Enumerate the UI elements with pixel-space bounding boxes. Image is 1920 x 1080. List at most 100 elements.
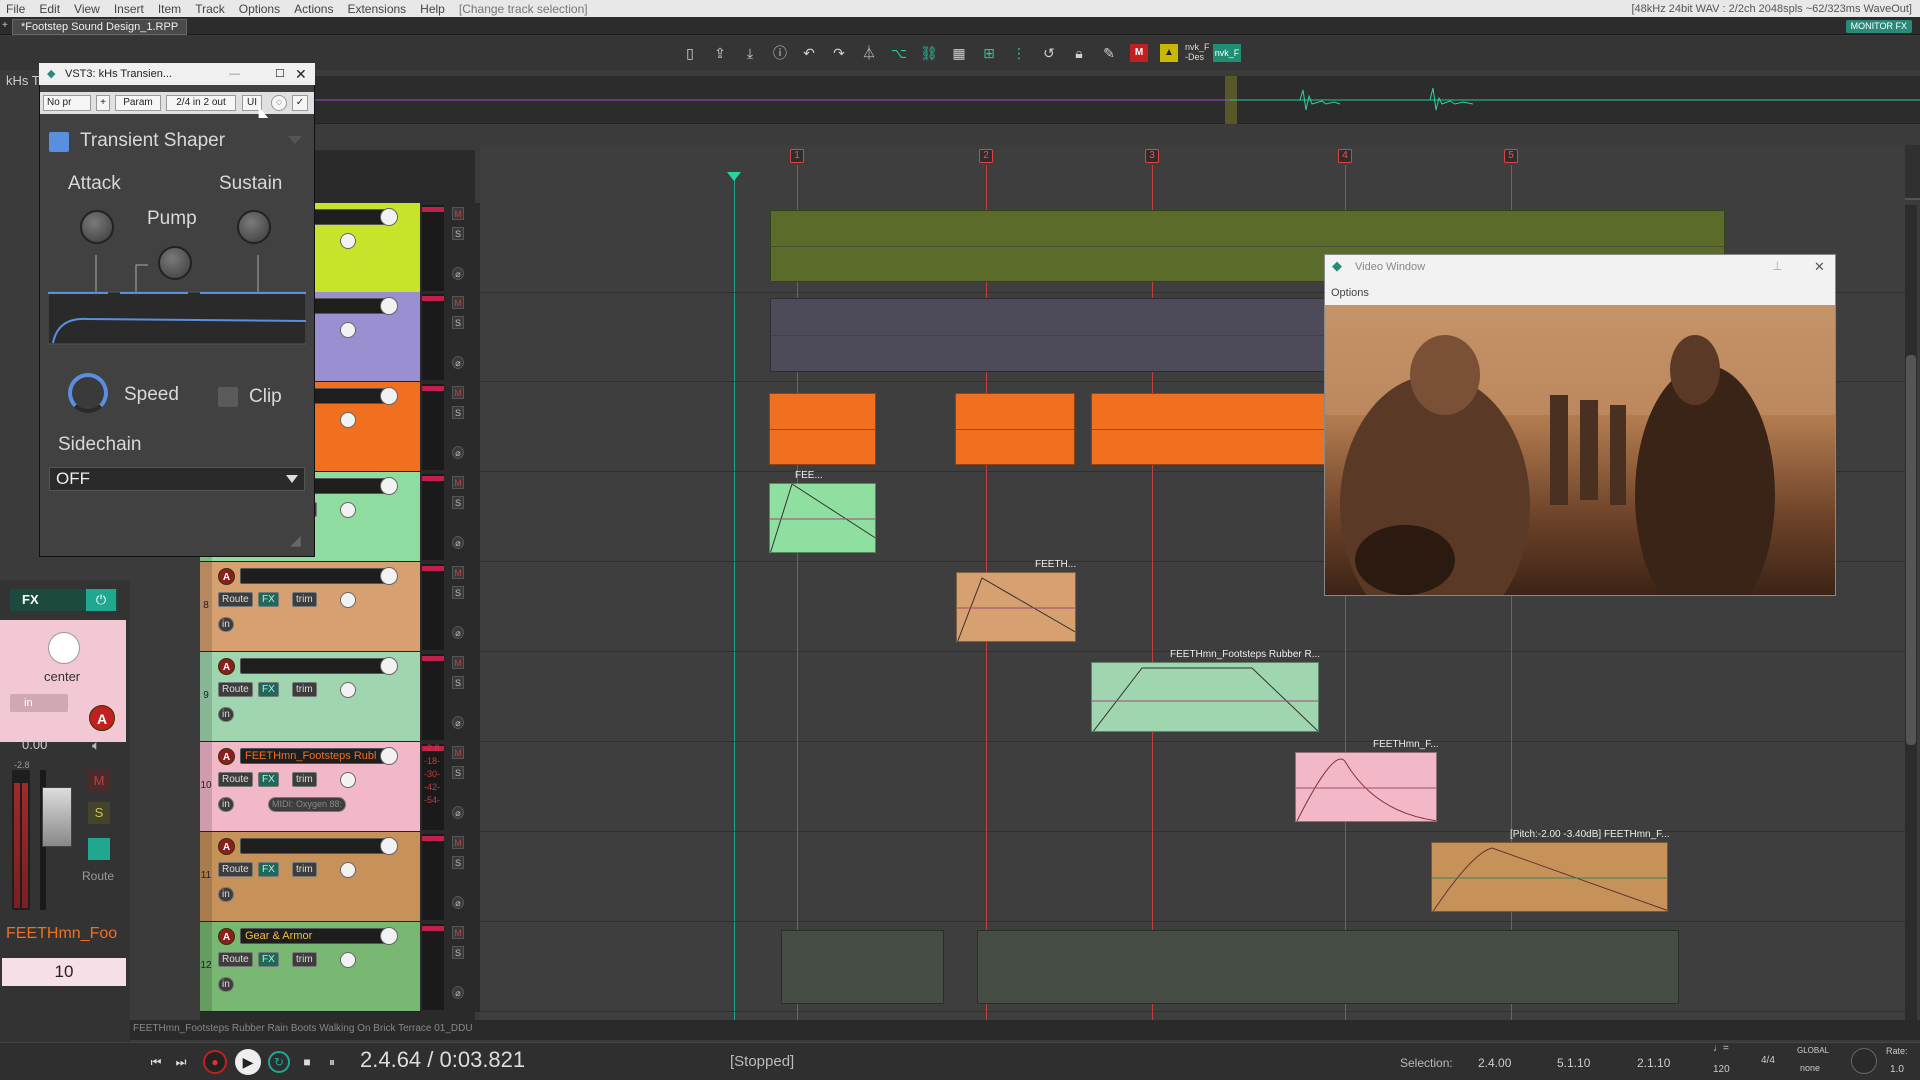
plugin-titlebar[interactable]: ◆ VST3: kHs Transien... — ☐ ✕: [39, 63, 315, 85]
track-fx-button[interactable]: FX: [258, 772, 279, 787]
marker-3[interactable]: 3: [1145, 149, 1159, 163]
media-item-track4[interactable]: [769, 483, 876, 553]
track-solo-button[interactable]: S: [452, 586, 464, 599]
track-name-field[interactable]: Gear & Armor: [240, 928, 390, 944]
track-phase-icon[interactable]: ⌀: [452, 267, 464, 280]
track-mute-button[interactable]: M: [452, 836, 464, 849]
sidechain-dropdown[interactable]: OFF: [49, 467, 305, 491]
go-to-start-icon[interactable]: ⏮: [147, 1053, 165, 1071]
track-trim-button[interactable]: trim: [292, 592, 317, 607]
menu-help[interactable]: Help: [420, 2, 445, 16]
global-automation-label[interactable]: GLOBAL: [1797, 1046, 1829, 1055]
track-input-button[interactable]: in: [218, 977, 234, 992]
track-volume-knob[interactable]: [380, 208, 398, 226]
track-lane[interactable]: [480, 832, 1905, 922]
preset-dropdown[interactable]: No pr: [43, 95, 91, 111]
plugin-menu-chevron-icon[interactable]: [288, 136, 302, 144]
media-item-track2[interactable]: [770, 298, 1325, 372]
track-solo-button[interactable]: S: [452, 946, 464, 959]
stop-icon[interactable]: ■: [298, 1053, 316, 1071]
menu-view[interactable]: View: [74, 2, 100, 16]
track-phase-icon[interactable]: ⌀: [452, 986, 464, 999]
speaker-icon[interactable]: 🔈︎: [92, 737, 100, 754]
marker-2[interactable]: 2: [979, 149, 993, 163]
attack-knob[interactable]: [80, 210, 114, 244]
menu-edit[interactable]: Edit: [39, 2, 60, 16]
track-mute-button[interactable]: M: [452, 386, 464, 399]
track-volume-knob[interactable]: [380, 657, 398, 675]
track-pan-knob[interactable]: [340, 772, 356, 788]
track-route-button[interactable]: Route: [218, 952, 253, 967]
track-pan-knob[interactable]: [340, 682, 356, 698]
media-item-track11[interactable]: [1431, 842, 1668, 912]
envelope-icon[interactable]: ✎: [1100, 44, 1118, 62]
track-input-button[interactable]: in: [218, 887, 234, 902]
media-item-track12b[interactable]: [977, 930, 1679, 1004]
media-item-track8[interactable]: [956, 572, 1076, 642]
track-solo-button[interactable]: S: [452, 496, 464, 509]
menu-track[interactable]: Track: [195, 2, 225, 16]
track-volume-knob[interactable]: [380, 567, 398, 585]
open-project-icon[interactable]: ⇪: [711, 44, 729, 62]
track-phase-icon[interactable]: ⌀: [452, 536, 464, 549]
media-item-track3b[interactable]: [955, 393, 1075, 465]
track-phase-icon[interactable]: ⌀: [452, 446, 464, 459]
track-mute-button[interactable]: M: [452, 926, 464, 939]
tab-add-icon[interactable]: +: [2, 20, 8, 31]
resize-grip-icon[interactable]: ◢: [290, 532, 301, 549]
route-icon[interactable]: [88, 838, 110, 860]
track-mute-button[interactable]: M: [452, 566, 464, 579]
marker-1[interactable]: 1: [790, 149, 804, 163]
track-route-button[interactable]: Route: [218, 862, 253, 877]
track-solo-button[interactable]: S: [452, 856, 464, 869]
project-settings-icon[interactable]: ⓘ: [771, 44, 789, 62]
track-rec-arm-button[interactable]: A: [218, 568, 235, 585]
enable-checkbox[interactable]: ✓: [292, 95, 308, 111]
track-trim-button[interactable]: trim: [292, 682, 317, 697]
track-name-field[interactable]: [240, 838, 390, 854]
track-volume-knob[interactable]: [380, 477, 398, 495]
track-rec-arm-button[interactable]: A: [218, 748, 235, 765]
track-phase-icon[interactable]: ⌀: [452, 356, 464, 369]
speed-knob[interactable]: [68, 373, 108, 413]
track-mute-button[interactable]: M: [452, 476, 464, 489]
automation-mode[interactable]: none: [1800, 1063, 1820, 1073]
marker-5[interactable]: 5: [1504, 149, 1518, 163]
track-rec-arm-button[interactable]: A: [218, 928, 235, 945]
timeline-overview[interactable]: [310, 76, 1920, 124]
lock-icon[interactable]: 🔒︎: [1070, 44, 1088, 62]
maximize-icon[interactable]: ☐: [275, 63, 285, 85]
play-icon[interactable]: ▶: [235, 1049, 261, 1075]
rate-knob[interactable]: [1851, 1048, 1877, 1074]
io-routing-button[interactable]: 2/4 in 2 out: [166, 95, 236, 111]
sustain-knob[interactable]: [237, 210, 271, 244]
selection-start[interactable]: 2.4.00: [1478, 1056, 1511, 1070]
macro-s-icon[interactable]: ▲: [1160, 44, 1178, 62]
mixer-input-button[interactable]: in: [10, 694, 68, 712]
menu-item[interactable]: Item: [158, 2, 181, 16]
mixer-solo-button[interactable]: S: [88, 802, 110, 824]
track-mute-button[interactable]: M: [452, 296, 464, 309]
menu-actions[interactable]: Actions: [294, 2, 333, 16]
vertical-scroll-thumb[interactable]: [1906, 355, 1916, 745]
track-fx-button[interactable]: FX: [258, 592, 279, 607]
nvk-design-button[interactable]: nvk_F -Des: [1185, 42, 1210, 62]
item-grouping-icon[interactable]: ⛓: [920, 44, 938, 62]
track-rec-arm-button[interactable]: A: [218, 658, 235, 675]
track-route-button[interactable]: Route: [218, 772, 253, 787]
selection-length[interactable]: 2.1.10: [1637, 1056, 1670, 1070]
track-volume-knob[interactable]: [380, 747, 398, 765]
track-pan-knob[interactable]: [340, 592, 356, 608]
macro-m-icon[interactable]: M: [1130, 44, 1148, 62]
track-phase-icon[interactable]: ⌀: [452, 626, 464, 639]
track-input-button[interactable]: in: [218, 797, 234, 812]
track-phase-icon[interactable]: ⌀: [452, 896, 464, 909]
metronome-icon[interactable]: ⏃: [860, 44, 878, 62]
track-name-field[interactable]: FEETHmn_Footsteps Rubl: [240, 748, 390, 764]
redo-icon[interactable]: ↷: [830, 44, 848, 62]
track-mute-button[interactable]: M: [452, 207, 464, 220]
time-signature[interactable]: 4/4: [1761, 1055, 1775, 1066]
fx-power-icon[interactable]: ⏻: [86, 589, 116, 611]
track-pan-knob[interactable]: [340, 502, 356, 518]
menu-insert[interactable]: Insert: [114, 2, 144, 16]
